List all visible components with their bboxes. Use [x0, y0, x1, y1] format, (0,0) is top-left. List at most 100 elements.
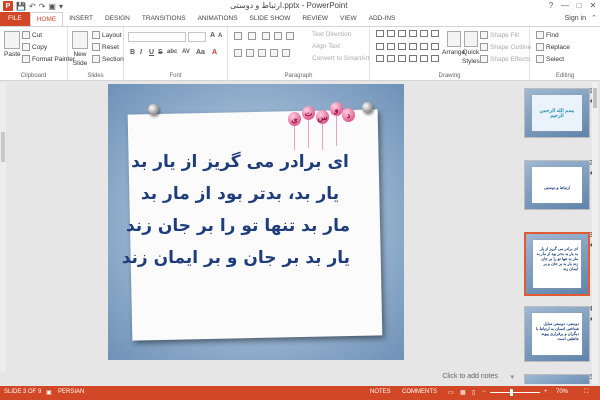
- thumbnails-scrollbar[interactable]: [592, 82, 598, 384]
- undo-icon[interactable]: ↶: [29, 2, 36, 11]
- align-left-icon[interactable]: [234, 49, 242, 57]
- italic-button[interactable]: I: [140, 49, 142, 56]
- paste-button[interactable]: Paste: [4, 31, 21, 58]
- zoom-in-icon[interactable]: +: [544, 389, 548, 395]
- new-slide-button[interactable]: New Slide: [72, 31, 88, 67]
- line-spacing-icon[interactable]: [286, 32, 294, 40]
- tab-file[interactable]: FILE: [0, 12, 30, 26]
- font-color-button[interactable]: A: [212, 49, 217, 56]
- save-icon[interactable]: 💾: [16, 2, 26, 11]
- character-spacing-button[interactable]: AV: [182, 49, 190, 55]
- tab-view[interactable]: VIEW: [334, 12, 363, 26]
- reset-button[interactable]: Reset: [92, 43, 119, 51]
- paintbrush-icon: [22, 55, 30, 63]
- editor-vertical-scrollbar[interactable]: [0, 82, 6, 372]
- ribbon-collapse-icon[interactable]: ⌃: [591, 12, 597, 26]
- minimize-button[interactable]: —: [558, 0, 572, 12]
- tab-add-ins[interactable]: ADD-INS: [363, 12, 402, 26]
- columns-icon[interactable]: [282, 49, 290, 57]
- slide-thumbnail-4[interactable]: دوستی: دوستی تمایل شناختی انسان به ارتبا…: [524, 306, 590, 362]
- zoom-level[interactable]: 70%: [556, 389, 568, 395]
- font-group-label: Font: [169, 73, 182, 79]
- comments-toggle-button[interactable]: COMMENTS: [402, 389, 437, 395]
- shape-fill-button[interactable]: Shape Fill: [480, 31, 519, 39]
- change-case-button[interactable]: Aa: [196, 49, 205, 56]
- copy-button[interactable]: Copy: [22, 43, 47, 51]
- spellcheck-icon[interactable]: ▣: [46, 389, 52, 396]
- tab-review[interactable]: REVIEW: [296, 12, 334, 26]
- strikethrough-button[interactable]: S: [158, 49, 163, 56]
- tab-insert[interactable]: INSERT: [63, 12, 99, 26]
- shape-effects-button[interactable]: Shape Effects: [480, 55, 530, 63]
- language-indicator[interactable]: PERSIAN: [58, 389, 84, 395]
- section-button[interactable]: Section: [92, 55, 124, 63]
- cut-button[interactable]: Cut: [22, 31, 42, 39]
- zoom-slider[interactable]: [490, 392, 540, 393]
- group-slides: New Slide Layout Reset Section Slides: [68, 27, 124, 81]
- numbering-icon[interactable]: [248, 32, 256, 40]
- notes-pane[interactable]: Click to add notes ▾: [0, 372, 516, 384]
- grow-font-icon[interactable]: A: [210, 32, 215, 39]
- customize-qat-icon[interactable]: ▾: [59, 2, 63, 11]
- ribbon-home: Paste Cut Copy Format Painter Clipboard …: [0, 26, 600, 81]
- layout-label: Layout: [102, 31, 122, 39]
- poem-line: یار بد، بدتر بود از مار بد: [140, 184, 340, 204]
- copy-label: Copy: [32, 43, 48, 51]
- redo-icon[interactable]: ↷: [39, 2, 46, 11]
- start-slideshow-icon[interactable]: ▣: [48, 2, 56, 11]
- shape-fill-label: Shape Fill: [490, 31, 519, 39]
- sign-in-link[interactable]: Sign in: [565, 12, 586, 26]
- tab-transitions[interactable]: TRANSITIONS: [136, 12, 192, 26]
- replace-label: Replace: [546, 43, 570, 51]
- slide-thumbnail-3[interactable]: ای برادر می گریز از یار بد یار بد بدتر ب…: [524, 232, 590, 296]
- zoom-slider-thumb[interactable]: [510, 389, 513, 396]
- layout-button[interactable]: Layout: [92, 31, 122, 39]
- notes-toggle-button[interactable]: NOTES: [370, 389, 391, 395]
- quick-styles-button[interactable]: Quick Styles: [462, 31, 480, 65]
- current-slide[interactable]: ی ت س و د ای برادر می گریز از یار بد یار…: [108, 84, 404, 360]
- slide-thumbnail-5[interactable]: [524, 374, 590, 384]
- underline-button[interactable]: U: [149, 49, 154, 56]
- normal-view-icon[interactable]: ▭: [448, 389, 454, 396]
- powerpoint-logo-icon: P: [3, 1, 13, 11]
- align-text-button[interactable]: Align Text: [312, 43, 340, 50]
- slide-thumbnail-1[interactable]: بسم الله الرحمن الرحیم: [524, 88, 590, 138]
- reset-icon: [92, 43, 100, 51]
- shrink-font-icon[interactable]: A: [218, 33, 222, 39]
- poem-text-box[interactable]: ای برادر می گریز از یار بد یار بد، بدتر …: [122, 146, 350, 274]
- shape-effects-label: Shape Effects: [490, 55, 531, 63]
- zoom-out-icon[interactable]: −: [482, 389, 486, 395]
- fit-to-window-icon[interactable]: ⛶: [584, 389, 588, 396]
- reading-view-icon[interactable]: ▯: [472, 389, 475, 396]
- replace-button[interactable]: Replace: [536, 43, 570, 51]
- text-direction-button[interactable]: Text Direction: [312, 31, 351, 38]
- tab-animations[interactable]: ANIMATIONS: [192, 12, 244, 26]
- text-shadow-button[interactable]: abc: [167, 49, 177, 55]
- slide-sorter-icon[interactable]: ▦: [460, 389, 466, 396]
- slide-thumbnail-2[interactable]: ارتباط و دوستی: [524, 160, 590, 210]
- increase-indent-icon[interactable]: [274, 32, 282, 40]
- notes-placeholder[interactable]: Click to add notes: [442, 373, 498, 380]
- tab-home[interactable]: HOME: [29, 12, 64, 26]
- close-button[interactable]: ✕: [586, 0, 600, 12]
- tab-slide-show[interactable]: SLIDE SHOW: [244, 12, 297, 26]
- reset-label: Reset: [102, 43, 119, 51]
- scroll-down-icon[interactable]: ▾: [510, 373, 514, 381]
- bold-button[interactable]: B: [130, 49, 135, 56]
- justify-icon[interactable]: [270, 49, 278, 57]
- shape-outline-button[interactable]: Shape Outline: [480, 43, 531, 51]
- convert-smartart-button[interactable]: Convert to SmartArt: [312, 55, 369, 62]
- bullets-icon[interactable]: [234, 32, 242, 40]
- tab-design[interactable]: DESIGN: [99, 12, 136, 26]
- find-button[interactable]: Find: [536, 31, 559, 39]
- select-button[interactable]: Select: [536, 55, 564, 63]
- decrease-indent-icon[interactable]: [262, 32, 270, 40]
- font-name-combo[interactable]: [128, 32, 186, 42]
- help-button[interactable]: ?: [544, 0, 558, 12]
- find-label: Find: [546, 31, 559, 39]
- align-right-icon[interactable]: [258, 49, 266, 57]
- align-center-icon[interactable]: [246, 49, 254, 57]
- restore-button[interactable]: □: [572, 0, 586, 12]
- thumbnail-text: بسم الله الرحمن الرحیم: [539, 108, 575, 119]
- font-size-combo[interactable]: [188, 32, 206, 42]
